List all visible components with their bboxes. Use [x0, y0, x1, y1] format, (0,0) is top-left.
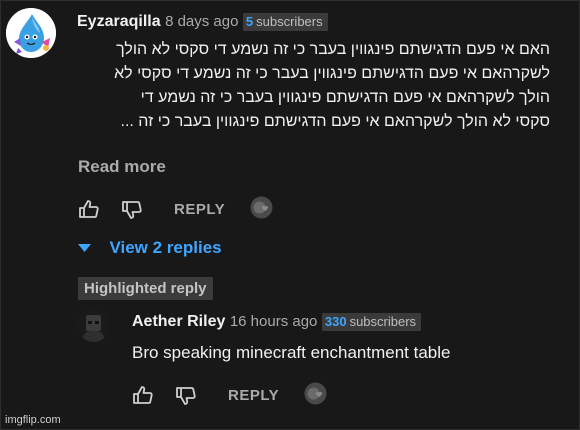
reply-like-button[interactable] — [132, 385, 154, 405]
like-button[interactable] — [78, 199, 100, 219]
caret-down-icon — [78, 244, 91, 252]
view-replies-toggle[interactable]: View 2 replies — [78, 238, 222, 258]
reply-author-avatar[interactable] — [77, 309, 110, 342]
reply-body: Bro speaking minecraft enchantment table — [132, 343, 451, 362]
subscriber-label: subscribers — [256, 14, 323, 29]
reply-subscriber-label: subscribers — [349, 314, 417, 329]
imgflip-watermark: imgflip.com — [5, 414, 61, 426]
subscriber-count: 5 — [245, 14, 254, 29]
subscriber-badge: 5 subscribers — [242, 13, 328, 31]
reply-dislike-button[interactable] — [175, 386, 197, 406]
view-replies-label: View 2 replies — [109, 238, 222, 257]
comment-body-line: הולך לשקרהאם אי פעם הדגישתם פינגווין בעב… — [140, 89, 550, 106]
thumbs-up-icon — [132, 385, 154, 405]
comment-body-line: האם אי פעם הדגישתם פינגווין בעבר כי זה נ… — [116, 41, 550, 58]
read-more-link[interactable]: Read more — [78, 157, 166, 177]
thumbs-down-icon — [121, 200, 143, 220]
reply-subscriber-count: 330 — [324, 314, 347, 329]
creator-heart-avatar-icon — [303, 381, 328, 406]
reply-subscriber-badge: 330 subscribers — [321, 313, 422, 331]
comment-timestamp[interactable]: 8 days ago — [165, 13, 238, 30]
reply-author-name[interactable]: Aether Riley — [132, 313, 225, 330]
comment-body-line: סקסי לא הולך לשקרהאם אי פעם הדגישתם פינג… — [120, 113, 550, 130]
thumbs-down-icon — [175, 386, 197, 406]
comment-body: האם אי פעם הדגישתם פינגווין בעבר כי זה נ… — [76, 38, 550, 134]
comment-body-line: לשקרהאם אי פעם הדגישתם פינגווין בעבר כי … — [114, 65, 550, 82]
comment-header: Eyzaraqilla 8 days ago 5 subscribers — [77, 13, 328, 31]
reply-button[interactable]: REPLY — [174, 201, 225, 218]
reply-reply-button[interactable]: REPLY — [228, 387, 279, 404]
reply-header: Aether Riley 16 hours ago 330 subscribers — [132, 313, 422, 331]
highlighted-reply-badge: Highlighted reply — [78, 277, 213, 300]
thumbs-up-icon — [78, 199, 100, 219]
creator-heart-avatar-icon — [249, 195, 274, 220]
comment-author-name[interactable]: Eyzaraqilla — [77, 13, 161, 30]
reply-timestamp[interactable]: 16 hours ago — [230, 313, 318, 330]
commenter-avatar[interactable] — [6, 8, 56, 58]
dislike-button[interactable] — [121, 200, 143, 220]
